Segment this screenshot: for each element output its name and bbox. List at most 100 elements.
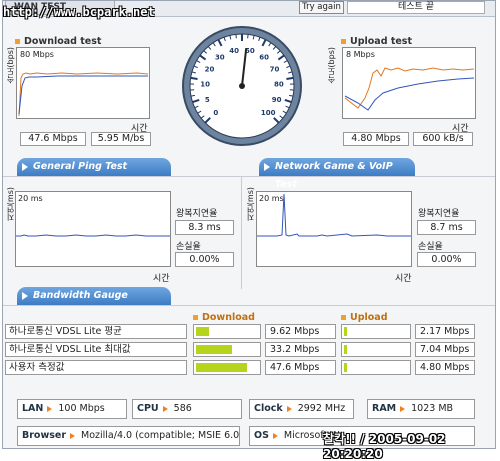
try-again-button[interactable]: Try again (299, 1, 344, 14)
game-axis-label: 지연(ms) (245, 187, 256, 221)
general-ping-test-tab[interactable]: General Ping Test (17, 158, 171, 176)
os-key: OS (254, 430, 269, 441)
browser-key: Browser (22, 430, 66, 441)
arrow-icon (163, 406, 168, 412)
game-loss-value: 0.00% (417, 252, 476, 267)
gauge-tick (286, 78, 293, 79)
upload-bar-fill (344, 345, 347, 354)
game-time-label: 시간 (395, 271, 412, 284)
ping-scale: 20 ms (18, 194, 43, 203)
bandwidth-row-label: 사용자 측정값 (5, 360, 187, 375)
ping-latency-value: 8.3 ms (175, 220, 234, 235)
bullet-icon (15, 39, 20, 44)
gauge-tick-label: 100 (261, 109, 276, 117)
upload-title-text: Upload test (350, 36, 412, 47)
upload-bar-value: 4.80 Mbps (415, 360, 475, 375)
arrow-icon (273, 433, 278, 439)
bandwidth-row-label: 하나로통신 VDSL Lite 평균 (5, 324, 187, 339)
ram-info: RAM 1023 MB (367, 399, 475, 419)
download-scale: 80 Mbps (20, 50, 54, 59)
gauge-tick-label: 40 (229, 47, 239, 55)
download-bar-fill (196, 345, 232, 354)
download-bar-track (193, 360, 261, 375)
browser-info: BrowserMozilla/4.0 (compatible; MSIE 6.0 (17, 426, 240, 446)
vertical-divider (241, 177, 242, 289)
upload-bar-track (341, 360, 411, 375)
bullet-icon (341, 39, 346, 44)
gauge-tick-label: 30 (215, 53, 225, 61)
site-watermark: http://www.bcpark.net (3, 5, 155, 19)
upload-bar-value: 2.17 Mbps (415, 324, 475, 339)
cpu-info: CPU586 (132, 399, 242, 419)
upload-chart: 8 Mbps (342, 47, 476, 119)
bandwidth-download-label: Download (202, 312, 255, 323)
ping-latency-label: 왕복지연율 (176, 206, 217, 219)
gauge-tick-label: 80 (274, 80, 284, 88)
bandwidth-row-label: 하나로통신 VDSL Lite 최대값 (5, 342, 187, 357)
upload-mbps-value: 4.80 Mbps (343, 132, 409, 146)
upload-bar-fill (344, 363, 347, 372)
section-divider (3, 305, 495, 306)
download-chart: 80 Mbps (16, 47, 150, 119)
cpu-value: 586 (174, 403, 192, 414)
download-mbps-value: 47.6 Mbps (20, 132, 86, 146)
upload-bar-value: 7.04 Mbps (415, 342, 475, 357)
download-bar-fill (196, 327, 209, 336)
download-axis-label: 속도(bps) (5, 47, 16, 84)
upload-bar-track (341, 342, 411, 357)
gauge-tick (191, 78, 198, 79)
ram-key: RAM (372, 403, 396, 414)
clock-info: Clock2992 MHz (249, 399, 354, 419)
lan-value: 100 Mbps (58, 403, 104, 414)
download-title: Download test (15, 36, 101, 47)
upload-bar-fill (344, 327, 347, 336)
upload-kbs-value: 600 kB/s (413, 132, 473, 146)
bullet-icon (341, 315, 346, 320)
gauge-tick-label: 70 (270, 65, 280, 73)
upload-axis-label: 속도(bps) (326, 47, 337, 84)
bandwidth-upload-header: Upload (341, 312, 388, 323)
download-bar-value: 33.2 Mbps (265, 342, 336, 357)
ping-loss-label: 손실율 (176, 239, 201, 252)
bandwidth-gauge-tab[interactable]: Bandwidth Gauge (17, 287, 171, 305)
ping-loss-value: 0.00% (175, 252, 234, 267)
upload-title: Upload test (341, 36, 412, 47)
test-status-field: 테스트 끝 (347, 1, 485, 14)
download-bar-track (193, 342, 261, 357)
ping-time-label: 시간 (153, 271, 170, 284)
bandwidth-upload-label: Upload (350, 312, 388, 323)
upload-bar-track (341, 324, 411, 339)
capture-stamp: 찰칵!! / 2005-09-02 20:20:20 (323, 430, 500, 461)
download-mbs-value: 5.95 M/bs (91, 132, 151, 146)
lan-info: LAN 100 Mbps (17, 399, 127, 419)
ram-value: 1023 MB (411, 403, 453, 414)
gauge-tick-label: 90 (272, 96, 282, 104)
game-latency-label: 왕복지연율 (418, 206, 459, 219)
download-bar-fill (196, 363, 247, 372)
clock-value: 2992 MHz (298, 403, 346, 414)
download-bar-value: 9.62 Mbps (265, 324, 336, 339)
gauge-tick-label: 5 (205, 96, 210, 104)
arrow-icon (287, 406, 292, 412)
bandwidth-download-header: Download (193, 312, 255, 323)
arrow-icon (400, 406, 405, 412)
section-divider (3, 176, 495, 177)
download-bar-track (193, 324, 261, 339)
upload-scale: 8 Mbps (346, 50, 375, 59)
arrow-icon (47, 406, 52, 412)
gauge-tick-label: 10 (200, 80, 210, 88)
game-latency-value: 8.7 ms (417, 220, 476, 235)
wan-test-window: WAN TEST Try again 테스트 끝 Download test 속… (2, 0, 496, 449)
ping-chart: 20 ms (15, 191, 171, 267)
lan-key: LAN (22, 403, 43, 414)
gauge-tick-label: 20 (205, 65, 215, 73)
game-chart: 20 ms (256, 191, 412, 267)
network-game-voip-test-tab[interactable]: Network Game & VoIP Test (259, 158, 415, 176)
gauge-tick-label: 60 (259, 53, 269, 61)
speed-gauge: 05102030405060708090100 (181, 25, 303, 147)
download-title-text: Download test (24, 36, 101, 47)
bullet-icon (193, 315, 198, 320)
game-scale: 20 ms (259, 194, 284, 203)
gauge-tick-label: 0 (213, 109, 218, 117)
arrow-icon (70, 433, 75, 439)
